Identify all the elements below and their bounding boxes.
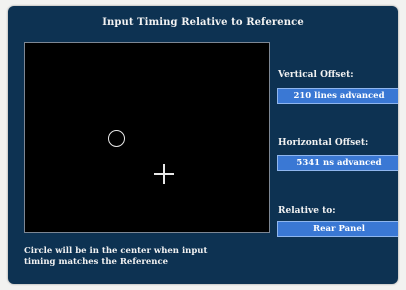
timing-panel: Input Timing Relative to Reference Verti…: [8, 6, 398, 284]
crosshair-vertical-line: [163, 164, 165, 184]
caption-line-2: timing matches the Reference: [24, 257, 169, 267]
horizontal-offset-value: 5341 ns advanced: [277, 155, 398, 171]
instruction-caption: Circle will be in the center when input …: [24, 246, 274, 268]
caption-line-1: Circle will be in the center when input: [24, 246, 208, 256]
panel-title: Input Timing Relative to Reference: [102, 17, 304, 28]
horizontal-offset-label: Horizontal Offset:: [278, 138, 369, 148]
relative-to-value[interactable]: Rear Panel: [277, 221, 398, 237]
timing-display: [24, 42, 270, 233]
offset-circle-icon: [108, 130, 125, 147]
vertical-offset-value: 210 lines advanced: [277, 88, 398, 104]
vertical-offset-label: Vertical Offset:: [278, 70, 354, 80]
crosshair-icon: [154, 164, 174, 184]
relative-to-label: Relative to:: [278, 206, 336, 216]
